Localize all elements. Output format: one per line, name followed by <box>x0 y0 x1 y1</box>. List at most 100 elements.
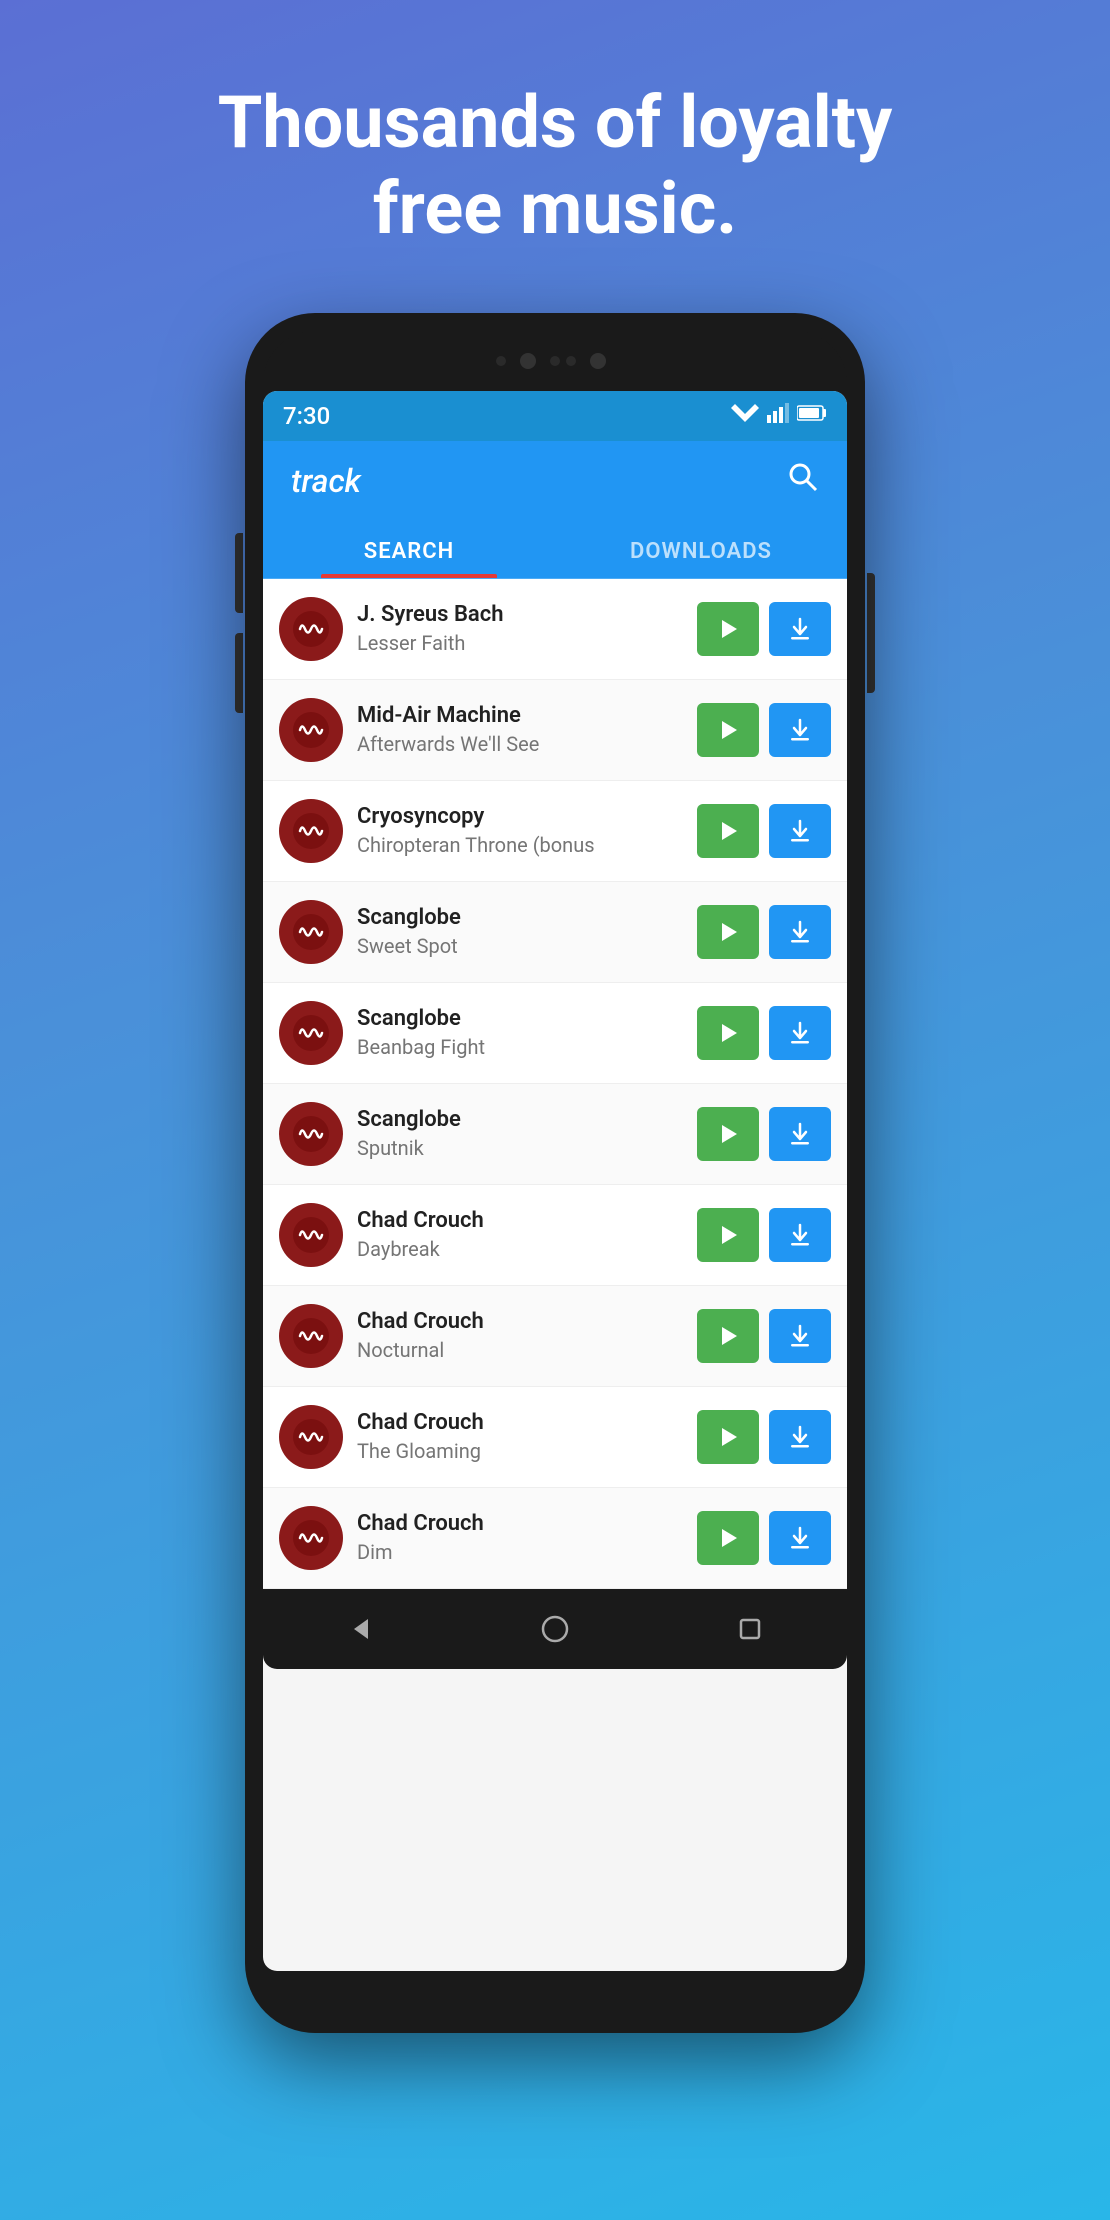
track-song: Nocturnal <box>357 1338 683 1362</box>
camera-dot <box>520 353 536 369</box>
track-actions <box>697 1309 831 1363</box>
download-button[interactable] <box>769 905 831 959</box>
track-actions <box>697 1107 831 1161</box>
track-item: J. Syreus Bach Lesser Faith <box>263 579 847 680</box>
play-button[interactable] <box>697 1208 759 1262</box>
track-item: Chad Crouch Daybreak <box>263 1185 847 1286</box>
track-song: Afterwards We'll See <box>357 732 683 756</box>
phone-screen: 7:30 <box>263 391 847 1971</box>
download-button[interactable] <box>769 1006 831 1060</box>
track-info: J. Syreus Bach Lesser Faith <box>357 602 683 655</box>
track-item: Scanglobe Sweet Spot <box>263 882 847 983</box>
play-button[interactable] <box>697 1410 759 1464</box>
track-info: Cryosyncopy Chiropteran Throne (bonus <box>357 804 683 857</box>
phone-mockup: 7:30 <box>245 313 865 2033</box>
app-bar: track <box>263 441 847 521</box>
play-button[interactable] <box>697 703 759 757</box>
track-artist: Chad Crouch <box>357 1208 683 1233</box>
volume-down-button <box>235 633 243 713</box>
power-button <box>867 573 875 693</box>
track-item: Chad Crouch Nocturnal <box>263 1286 847 1387</box>
track-avatar <box>279 698 343 762</box>
hero-section: Thousands of loyalty free music. <box>215 0 895 253</box>
track-artist: Scanglobe <box>357 1107 683 1132</box>
track-avatar <box>279 1304 343 1368</box>
play-button[interactable] <box>697 804 759 858</box>
track-artist: Chad Crouch <box>357 1410 683 1435</box>
play-button[interactable] <box>697 1006 759 1060</box>
track-artist: Chad Crouch <box>357 1511 683 1536</box>
status-icons <box>731 402 827 429</box>
track-song: The Gloaming <box>357 1439 683 1463</box>
signal-icon <box>767 403 789 428</box>
phone-frame: 7:30 <box>245 313 865 2033</box>
track-info: Scanglobe Sweet Spot <box>357 905 683 958</box>
track-item: Mid-Air Machine Afterwards We'll See <box>263 680 847 781</box>
track-song: Dim <box>357 1540 683 1564</box>
track-actions <box>697 905 831 959</box>
battery-icon <box>797 404 827 427</box>
play-button[interactable] <box>697 1309 759 1363</box>
track-info: Chad Crouch The Gloaming <box>357 1410 683 1463</box>
track-artist: Chad Crouch <box>357 1309 683 1334</box>
track-avatar <box>279 1102 343 1166</box>
download-button[interactable] <box>769 1511 831 1565</box>
recents-button[interactable] <box>730 1609 770 1649</box>
track-actions <box>697 1410 831 1464</box>
play-button[interactable] <box>697 1511 759 1565</box>
home-button[interactable] <box>535 1609 575 1649</box>
track-avatar <box>279 1001 343 1065</box>
track-song: Chiropteran Throne (bonus <box>357 833 683 857</box>
download-button[interactable] <box>769 1309 831 1363</box>
download-button[interactable] <box>769 1410 831 1464</box>
track-avatar <box>279 1405 343 1469</box>
track-info: Mid-Air Machine Afterwards We'll See <box>357 703 683 756</box>
download-button[interactable] <box>769 1107 831 1161</box>
track-avatar <box>279 900 343 964</box>
track-item: Cryosyncopy Chiropteran Throne (bonus <box>263 781 847 882</box>
play-button[interactable] <box>697 905 759 959</box>
track-info: Chad Crouch Dim <box>357 1511 683 1564</box>
play-button[interactable] <box>697 602 759 656</box>
tab-downloads[interactable]: DOWNLOADS <box>555 521 847 578</box>
download-button[interactable] <box>769 1208 831 1262</box>
track-artist: Cryosyncopy <box>357 804 683 829</box>
track-avatar <box>279 799 343 863</box>
track-artist: J. Syreus Bach <box>357 602 683 627</box>
track-actions <box>697 804 831 858</box>
search-button[interactable] <box>787 461 819 501</box>
download-button[interactable] <box>769 703 831 757</box>
track-song: Daybreak <box>357 1237 683 1261</box>
wifi-icon <box>731 402 759 429</box>
track-artist: Mid-Air Machine <box>357 703 683 728</box>
nav-bar <box>263 1589 847 1669</box>
play-button[interactable] <box>697 1107 759 1161</box>
track-artist: Scanglobe <box>357 1006 683 1031</box>
status-time: 7:30 <box>283 402 330 430</box>
track-actions <box>697 1511 831 1565</box>
track-item: Chad Crouch Dim <box>263 1488 847 1589</box>
phone-notch <box>263 331 847 391</box>
notch-dot <box>550 356 560 366</box>
download-button[interactable] <box>769 804 831 858</box>
tab-search[interactable]: SEARCH <box>263 521 555 578</box>
tabs-bar: SEARCH DOWNLOADS <box>263 521 847 579</box>
track-actions <box>697 1208 831 1262</box>
status-bar: 7:30 <box>263 391 847 441</box>
track-actions <box>697 1006 831 1060</box>
download-button[interactable] <box>769 602 831 656</box>
track-actions <box>697 602 831 656</box>
track-info: Chad Crouch Daybreak <box>357 1208 683 1261</box>
back-button[interactable] <box>340 1609 380 1649</box>
volume-up-button <box>235 533 243 613</box>
track-item: Chad Crouch The Gloaming <box>263 1387 847 1488</box>
notch-dot <box>496 356 506 366</box>
track-avatar <box>279 1203 343 1267</box>
sensor-dot <box>590 353 606 369</box>
notch-dots <box>496 353 614 369</box>
track-artist: Scanglobe <box>357 905 683 930</box>
hero-title: Thousands of loyalty free music. <box>215 80 895 253</box>
track-avatar <box>279 597 343 661</box>
track-song: Sweet Spot <box>357 934 683 958</box>
notch-dot <box>566 356 576 366</box>
